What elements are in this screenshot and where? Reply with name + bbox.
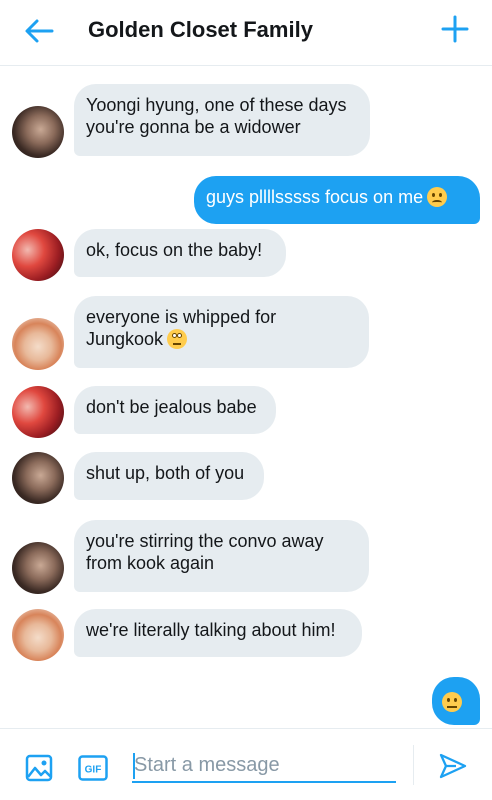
message-input[interactable] — [132, 749, 396, 783]
avatar[interactable] — [12, 229, 64, 281]
message-bubble[interactable]: everyone is whipped for Jungkook — [74, 296, 369, 368]
message-text: you're stirring the convo away from kook… — [86, 531, 324, 573]
conversation-title: Golden Closet Family — [88, 17, 313, 42]
plus-icon[interactable] — [440, 14, 470, 44]
avatar[interactable] — [12, 609, 64, 661]
message-composer: GIF — [0, 728, 492, 800]
message-text: don't be jealous babe — [86, 397, 257, 417]
message-text: ok, focus on the baby! — [86, 240, 263, 260]
avatar[interactable] — [12, 452, 64, 504]
conversation-header: Golden Closet Family — [0, 0, 492, 66]
message-bubble[interactable]: we're literally talking about him! — [74, 609, 362, 657]
message-list: Yoongi hyung, one of these days you're g… — [0, 66, 492, 728]
gif-label: GIF — [85, 765, 102, 776]
text-cursor — [133, 753, 135, 779]
message-text: Yoongi hyung, one of these days you're g… — [86, 95, 347, 137]
gif-icon: GIF — [78, 755, 108, 781]
message-text: shut up, both of you — [86, 463, 245, 483]
message-bubble[interactable]: don't be jealous babe — [74, 386, 276, 434]
message-bubble[interactable]: shut up, both of you — [74, 452, 264, 500]
avatar[interactable] — [12, 106, 64, 158]
frowning-face-icon — [427, 187, 448, 207]
image-icon[interactable] — [24, 753, 54, 783]
message-bubble-outgoing[interactable]: guys pllllsssss focus on me — [194, 176, 480, 224]
message-bubble[interactable]: ok, focus on the baby! — [74, 229, 286, 277]
arrow-left-icon[interactable] — [22, 14, 56, 48]
avatar[interactable] — [12, 542, 64, 594]
message-bubble[interactable]: Yoongi hyung, one of these days you're g… — [74, 84, 370, 156]
gif-button[interactable]: GIF — [78, 755, 108, 781]
message-text: we're literally talking about him! — [86, 620, 336, 640]
pensive-face-icon — [442, 692, 462, 712]
avatar[interactable] — [12, 318, 64, 370]
message-text: guys pllllsssss focus on me — [206, 187, 424, 207]
divider — [413, 745, 414, 785]
message-bubble-outgoing[interactable] — [432, 677, 480, 725]
message-bubble[interactable]: you're stirring the convo away from kook… — [74, 520, 369, 592]
face-with-rolling-eyes-icon — [167, 329, 188, 349]
send-icon[interactable] — [438, 751, 468, 781]
avatar[interactable] — [12, 386, 64, 438]
